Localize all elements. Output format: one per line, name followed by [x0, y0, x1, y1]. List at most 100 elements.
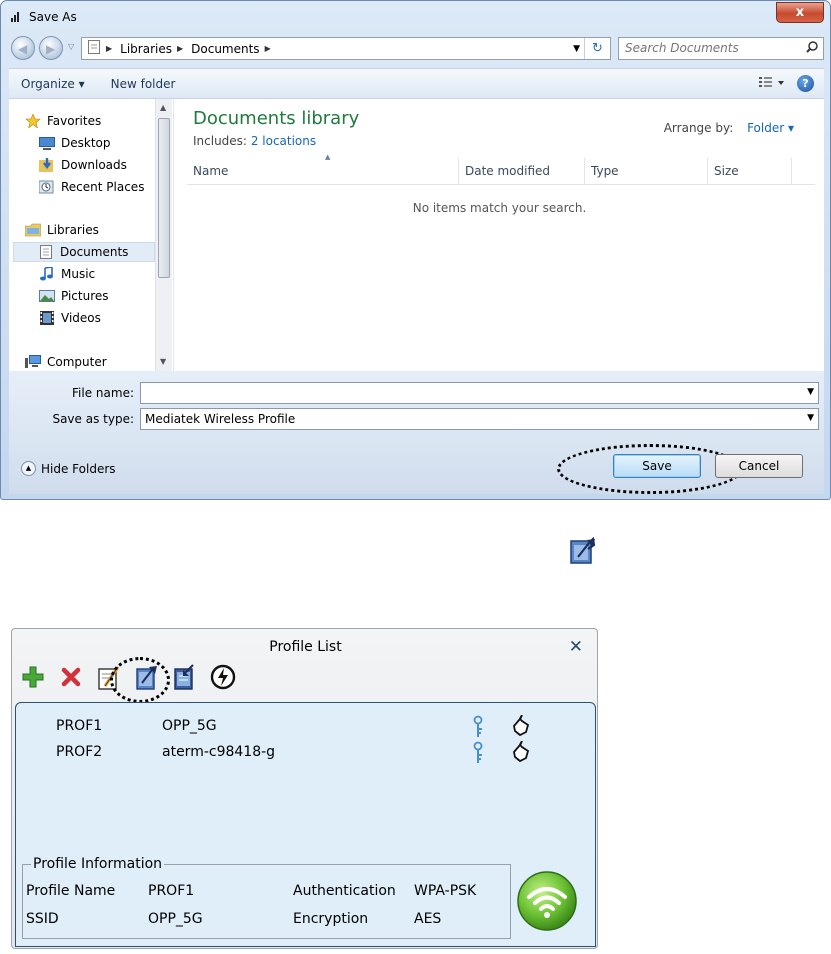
nav-libraries[interactable]: Libraries — [24, 220, 99, 240]
address-dropdown-icon[interactable]: ▼ — [573, 44, 580, 54]
breadcrumb-libraries[interactable]: Libraries ▶ — [120, 42, 183, 56]
save-type-row: Save as type: Mediatek Wireless Profile … — [9, 408, 824, 430]
scrollbar-thumb[interactable] — [158, 118, 170, 278]
nav-recent-places[interactable]: Recent Places — [38, 177, 144, 197]
music-icon — [39, 266, 55, 281]
signal-icon — [11, 10, 23, 25]
activate-profile-button[interactable] — [210, 664, 236, 693]
file-fields: File name: ▼ Save as type: Mediatek Wire… — [9, 371, 824, 436]
computer-icon — [25, 355, 41, 369]
pictures-icon — [39, 289, 55, 303]
file-name-label: File name: — [72, 386, 134, 400]
column-header-row: ▲ Name Date modified Type Size — [187, 153, 815, 185]
profile-information-box: Profile Information Profile Name PROF1 A… — [22, 856, 511, 939]
search-input[interactable] — [623, 38, 793, 58]
dialog-body: Favorites Desktop Downloads Recent Place… — [9, 99, 824, 371]
star-icon — [25, 113, 41, 129]
import-icon — [173, 663, 197, 693]
back-icon: ◀ — [18, 42, 28, 56]
arrange-by: Arrange by: Folder ▾ — [663, 121, 794, 135]
save-type-select[interactable]: Mediatek Wireless Profile ▼ — [140, 408, 819, 430]
back-button[interactable]: ◀ — [11, 36, 35, 60]
activate-icon — [210, 664, 236, 693]
save-type-label: Save as type: — [52, 412, 134, 426]
file-name-dropdown-icon[interactable]: ▼ — [807, 387, 814, 397]
hand-icon — [510, 714, 532, 741]
save-type-dropdown-icon[interactable]: ▼ — [807, 413, 814, 423]
content-pane: Documents library Includes: 2 locations … — [175, 99, 824, 371]
refresh-icon[interactable]: ↻ — [584, 38, 610, 59]
encryption-value: AES — [414, 911, 442, 927]
wifi-icon[interactable] — [516, 870, 578, 932]
profile-name: PROF1 — [56, 718, 103, 734]
profile-ssid: OPP_5G — [162, 718, 217, 734]
profile-list-close-button[interactable]: ✕ — [569, 637, 583, 657]
column-size[interactable]: Size — [708, 158, 792, 185]
export-icon — [569, 536, 597, 565]
help-icon[interactable]: ? — [797, 75, 814, 92]
column-date-modified[interactable]: Date modified — [459, 158, 585, 185]
recent-places-icon — [38, 180, 55, 194]
cancel-button[interactable]: Cancel — [715, 454, 803, 478]
dialog-title: Save As — [29, 10, 77, 24]
file-name-input[interactable] — [144, 383, 794, 402]
delete-icon — [61, 667, 81, 690]
file-name-row: File name: ▼ — [9, 382, 824, 404]
authentication-value: WPA-PSK — [414, 883, 477, 899]
nav-computer[interactable]: Computer — [25, 352, 107, 371]
search-icon[interactable] — [806, 41, 818, 56]
nav-videos[interactable]: Videos — [39, 308, 101, 328]
forward-button[interactable]: ▶ — [39, 36, 63, 60]
address-bar[interactable]: ▶ Libraries ▶ Documents ▶ ▼ ↻ — [81, 37, 611, 60]
key-icon — [472, 741, 484, 769]
import-profile-button[interactable] — [172, 663, 197, 693]
includes-line: Includes: 2 locations — [193, 134, 317, 148]
profile-list-title: Profile List — [269, 639, 342, 655]
libraries-icon — [24, 223, 42, 237]
add-icon — [22, 666, 44, 691]
profile-list-window: Profile List ✕ PROF1 OPP_5G PROF2 aterm-… — [11, 628, 598, 949]
profile-name: PROF2 — [56, 744, 103, 760]
nav-scrollbar[interactable]: ▲ ▼ — [155, 99, 172, 371]
profile-row-1[interactable]: PROF1 OPP_5G — [16, 714, 596, 737]
nav-desktop[interactable]: Desktop — [39, 133, 111, 153]
arrange-by-dropdown[interactable]: Folder ▾ — [747, 121, 794, 135]
profile-name-value: PROF1 — [148, 883, 195, 899]
profile-row-2[interactable]: PROF2 aterm-c98418-g — [16, 740, 596, 763]
command-bar: Organize ▾ New folder ? — [9, 68, 824, 99]
new-folder-button[interactable]: New folder — [111, 77, 176, 91]
encryption-label: Encryption — [293, 911, 369, 927]
nav-documents[interactable]: Documents — [13, 242, 155, 262]
dialog-footer: ▲ Hide Folders Save Cancel — [9, 436, 824, 494]
nav-pictures[interactable]: Pictures — [39, 286, 109, 306]
profile-list-area: PROF1 OPP_5G PROF2 aterm-c98418-g Profil… — [15, 702, 596, 947]
hide-folders-button[interactable]: ▲ Hide Folders — [21, 461, 116, 476]
organize-button[interactable]: Organize ▾ — [21, 77, 85, 91]
forward-icon: ▶ — [46, 42, 56, 56]
breadcrumb-documents[interactable]: Documents ▶ — [191, 42, 271, 56]
column-type[interactable]: Type — [585, 158, 708, 185]
delete-profile-button[interactable] — [58, 665, 83, 691]
file-name-field[interactable]: ▼ — [140, 382, 819, 404]
hand-icon — [510, 740, 532, 767]
documents-icon — [38, 245, 54, 259]
history-dropdown-icon[interactable]: ▽ — [68, 42, 74, 51]
view-icon[interactable] — [759, 76, 785, 91]
search-box[interactable] — [618, 37, 824, 60]
add-profile-button[interactable] — [20, 665, 45, 691]
column-name[interactable]: Name — [187, 158, 459, 185]
breadcrumb-separator[interactable]: ▶ — [106, 44, 112, 53]
save-type-value: Mediatek Wireless Profile — [145, 412, 296, 426]
save-button[interactable]: Save — [613, 454, 701, 478]
empty-message: No items match your search. — [412, 201, 587, 215]
scroll-up-icon[interactable]: ▲ — [160, 103, 166, 112]
nav-music[interactable]: Music — [39, 264, 95, 284]
locations-link[interactable]: 2 locations — [251, 134, 316, 148]
nav-favorites[interactable]: Favorites — [25, 111, 101, 131]
downloads-icon — [39, 158, 55, 172]
profile-information-legend: Profile Information — [31, 856, 165, 872]
close-button[interactable]: x — [776, 2, 824, 23]
ssid-value: OPP_5G — [148, 911, 203, 927]
nav-downloads[interactable]: Downloads — [39, 155, 127, 175]
scroll-down-icon[interactable]: ▼ — [160, 357, 166, 366]
